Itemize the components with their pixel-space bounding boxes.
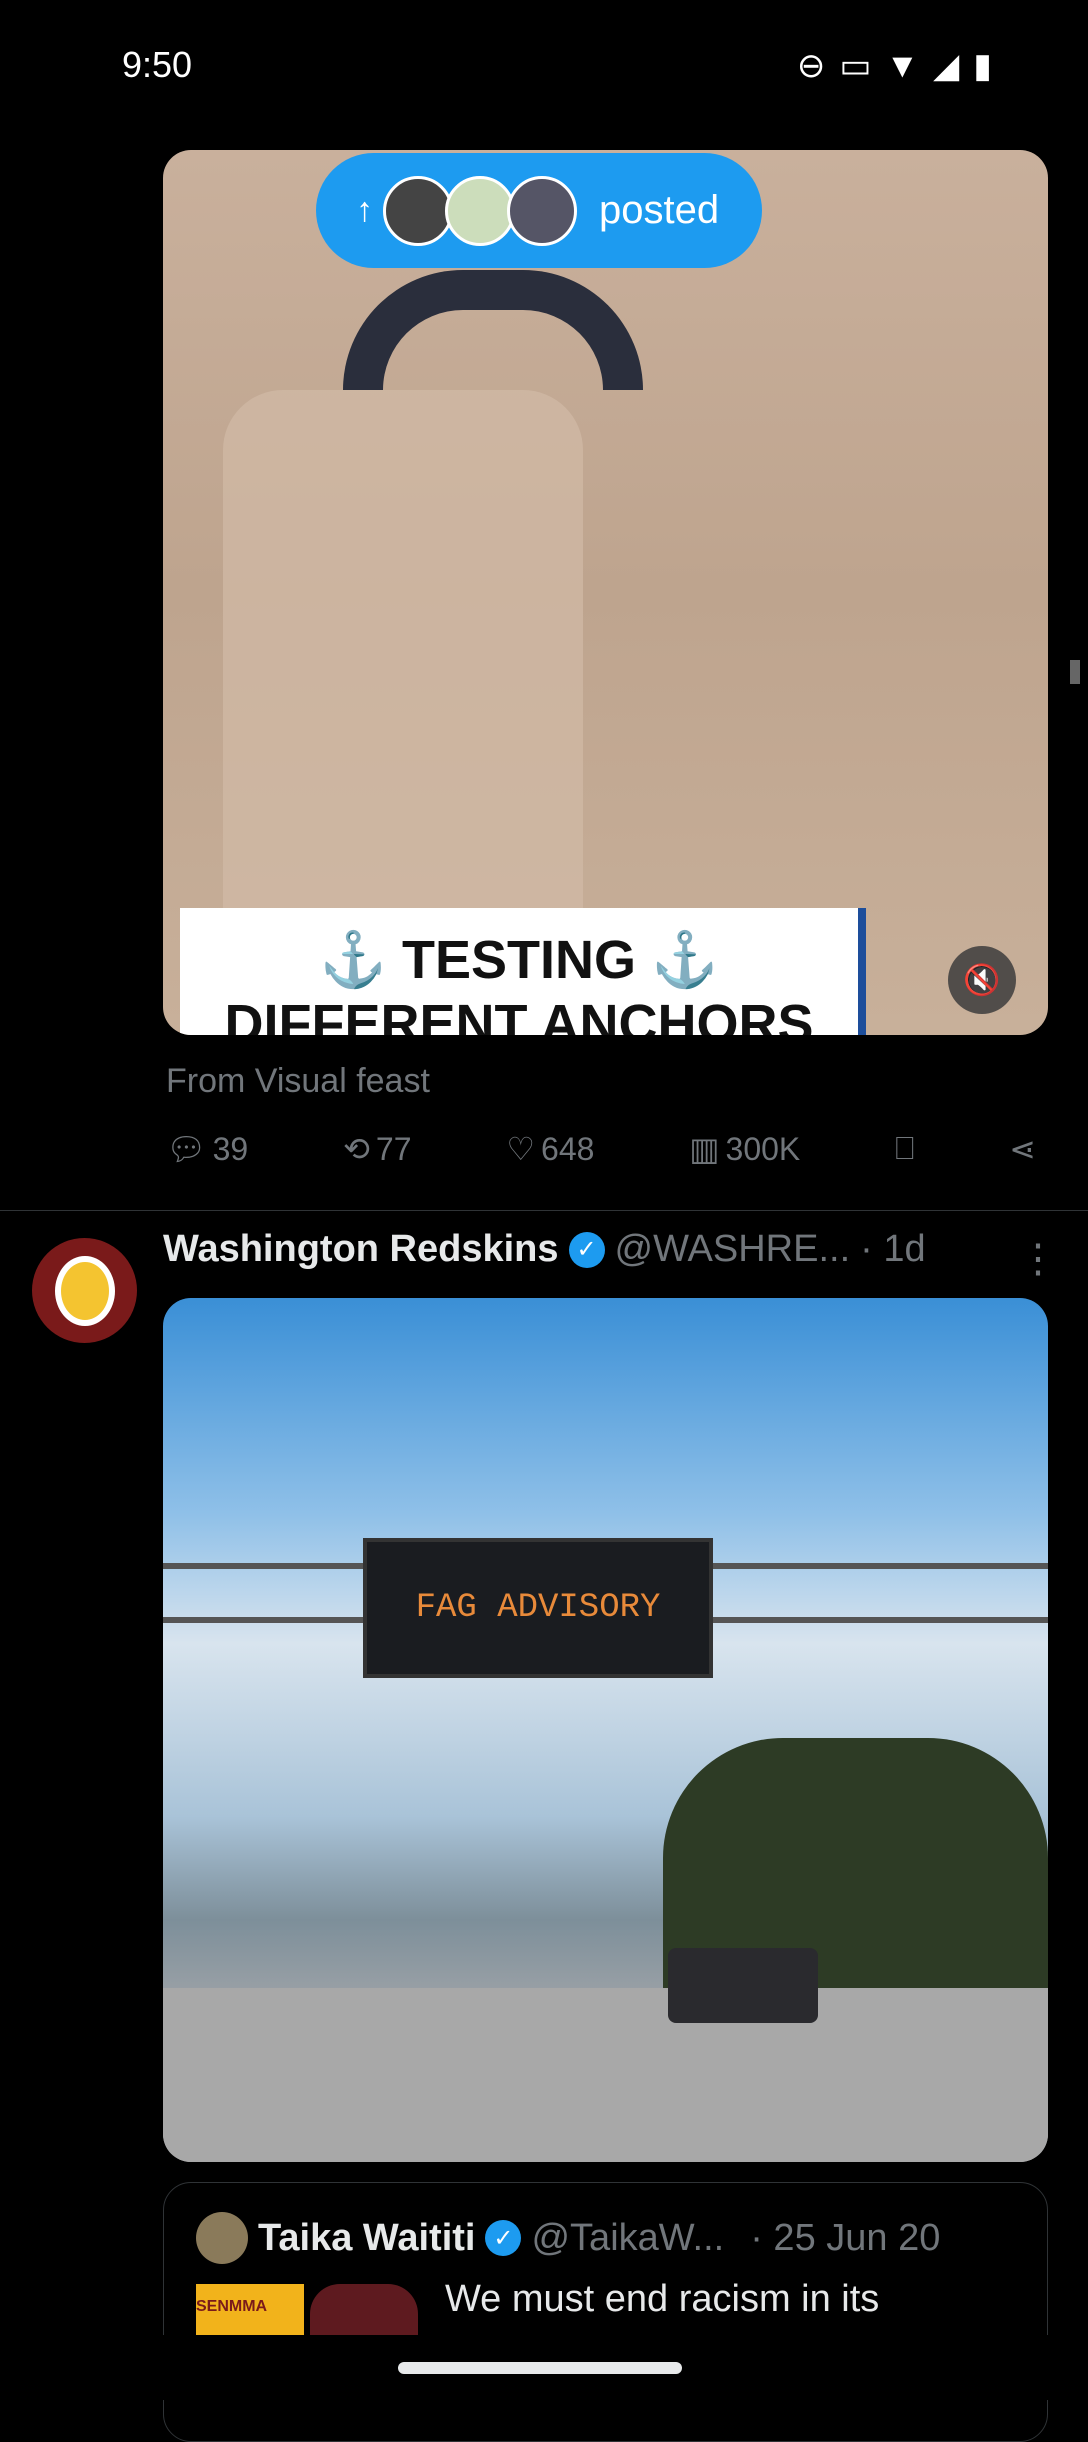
status-bar: 9:50 ⊖ ▭ ▼ ◢ ▮ <box>0 0 1088 130</box>
share-button[interactable]: ⋖ <box>1009 1130 1036 1168</box>
avatar <box>196 2212 248 2264</box>
mute-icon[interactable]: 🔇 <box>948 946 1016 1014</box>
wifi-icon: ▼ <box>885 46 920 85</box>
signal-icon: ◢ <box>933 47 960 85</box>
new-posts-pill[interactable]: ↑ posted <box>316 153 762 268</box>
avatar <box>445 175 515 246</box>
quote-author-name: Taika Waititi <box>258 2216 476 2259</box>
pill-label: posted <box>599 188 720 232</box>
tweet-video[interactable]: ⚓ TESTING ⚓ DIFFERENT ANCHORS 🔇 <box>163 150 1048 1035</box>
quote-text: We must end racism in its <box>445 2278 880 2320</box>
divider <box>0 1210 1088 1211</box>
home-gesture-bar[interactable] <box>398 2362 682 2374</box>
share-icon: ⋖ <box>1009 1131 1036 1167</box>
road <box>163 1988 1048 2162</box>
author-handle[interactable]: @WASHRE... <box>615 1228 851 1271</box>
avatar[interactable] <box>32 1238 137 1343</box>
quote-handle: @TaikaW... <box>531 2216 725 2259</box>
bar-chart-icon: ▥ <box>689 1131 720 1167</box>
verified-icon: ✓ <box>568 1231 605 1268</box>
status-icons: ⊖ ▭ ▼ ◢ ▮ <box>797 46 992 86</box>
anchor-shape <box>343 270 643 390</box>
verified-icon: ✓ <box>485 2220 522 2256</box>
quote-time: · 25 Jun 20 <box>750 2216 941 2259</box>
tweet-header: Washington Redskins ✓ @WASHRE... · 1d <box>163 1228 926 1271</box>
like-button[interactable]: ♡ 648 <box>506 1130 594 1168</box>
bookmark-icon: ⎕ <box>895 1130 915 1166</box>
reply-icon: 💬︎ <box>166 1131 207 1167</box>
quote-header: Taika Waititi ✓ @TaikaW... · 25 Jun 20 <box>196 2212 940 2264</box>
video-caption: ⚓ TESTING ⚓ DIFFERENT ANCHORS <box>180 908 866 1035</box>
tweet-actions: 💬︎ 39 ⟲ 77 ♡ 648 ▥ 300K ⎕ ⋖ <box>166 1130 1036 1168</box>
reply-button[interactable]: 💬︎ 39 <box>166 1130 248 1168</box>
dnd-icon: ⊖ <box>796 47 826 85</box>
views-button[interactable]: ▥ 300K <box>689 1130 800 1168</box>
truck <box>668 1948 818 2023</box>
avatar <box>507 175 577 246</box>
cast-icon: ▭ <box>839 47 872 85</box>
tweet-image[interactable]: FAG ADVISORY <box>163 1298 1048 2162</box>
tweet-time: · 1d <box>860 1228 926 1270</box>
highway-sign: FAG ADVISORY <box>363 1538 713 1678</box>
avatar <box>383 175 453 246</box>
status-time: 9:50 <box>122 44 193 85</box>
repost-button[interactable]: ⟲ 77 <box>343 1130 411 1168</box>
bookmark-button[interactable]: ⎕ <box>895 1130 914 1168</box>
source-label[interactable]: From Visual feast <box>166 1062 430 1101</box>
repost-icon: ⟲ <box>343 1131 370 1167</box>
arrow-up-icon: ↑ <box>356 191 373 229</box>
author-name[interactable]: Washington Redskins <box>163 1228 559 1271</box>
scrollbar[interactable] <box>1070 660 1080 684</box>
battery-icon: ▮ <box>973 47 992 85</box>
more-options-icon[interactable]: ⋮ <box>1018 1236 1058 1282</box>
heart-icon: ♡ <box>506 1131 536 1167</box>
team-logo <box>54 1255 115 1326</box>
